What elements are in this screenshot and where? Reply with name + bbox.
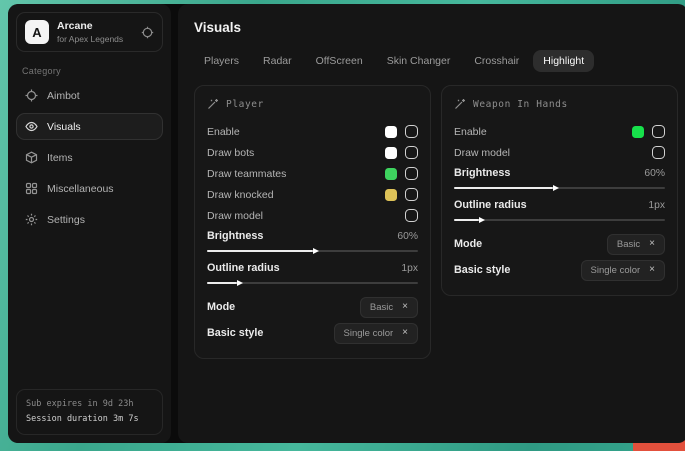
setting-row-basic-style: Basic style Single color ×: [207, 320, 418, 346]
package-icon: [25, 151, 38, 164]
slider-thumb[interactable]: [553, 185, 559, 191]
tab-highlight[interactable]: Highlight: [533, 50, 594, 72]
sidebar-item-aimbot[interactable]: Aimbot: [16, 82, 163, 109]
app-header: A Arcane for Apex Legends: [16, 12, 163, 52]
tab-radar[interactable]: Radar: [253, 50, 302, 72]
checkbox[interactable]: [405, 209, 418, 222]
checkbox[interactable]: [405, 188, 418, 201]
setting-row-mode: Mode Basic ×: [454, 231, 665, 257]
slider-thumb[interactable]: [479, 217, 485, 223]
tab-skin-changer[interactable]: Skin Changer: [377, 50, 461, 72]
brightness-slider[interactable]: [454, 187, 665, 189]
sidebar-item-items[interactable]: Items: [16, 144, 163, 171]
color-swatch[interactable]: [385, 168, 397, 180]
color-swatch[interactable]: [385, 126, 397, 138]
wand-icon: [454, 98, 466, 110]
main-panel: Visuals Players Radar OffScreen Skin Cha…: [178, 4, 685, 443]
setting-row-brightness: Brightness 60%: [454, 167, 665, 189]
color-swatch[interactable]: [632, 126, 644, 138]
checkbox[interactable]: [652, 125, 665, 138]
card-header: Player: [207, 98, 418, 110]
sidebar-item-label: Visuals: [47, 121, 81, 133]
outline-radius-slider[interactable]: [454, 219, 665, 221]
setting-row-brightness: Brightness 60%: [207, 230, 418, 252]
tag-label: Basic: [370, 302, 393, 313]
target-icon[interactable]: [141, 26, 154, 39]
setting-row-draw-model: Draw model: [207, 205, 418, 226]
desktop-background: A Arcane for Apex Legends Category: [0, 0, 685, 451]
page-title: Visuals: [194, 20, 678, 35]
color-swatch[interactable]: [385, 189, 397, 201]
gear-icon: [25, 213, 38, 226]
tab-crosshair[interactable]: Crosshair: [464, 50, 529, 72]
card-title: Player: [226, 99, 264, 110]
crosshair-icon: [25, 89, 38, 102]
setting-row-basic-style: Basic style Single color ×: [454, 257, 665, 283]
setting-row-draw-bots: Draw bots: [207, 142, 418, 163]
outline-radius-slider[interactable]: [207, 282, 418, 284]
sidebar-item-label: Items: [47, 152, 73, 164]
eye-icon: [25, 120, 38, 133]
basic-style-tag[interactable]: Single color ×: [581, 260, 665, 281]
slider-thumb[interactable]: [237, 280, 243, 286]
wand-icon: [207, 98, 219, 110]
setting-row-enable: Enable: [207, 121, 418, 142]
slider-value: 1px: [401, 263, 418, 274]
setting-row-outline-radius: Outline radius 1px: [454, 199, 665, 221]
sidebar: A Arcane for Apex Legends Category: [8, 4, 171, 443]
sidebar-item-settings[interactable]: Settings: [16, 206, 163, 233]
card-title: Weapon In Hands: [473, 99, 568, 110]
slider-value: 1px: [648, 200, 665, 211]
sidebar-item-label: Miscellaneous: [47, 183, 114, 195]
checkbox[interactable]: [405, 125, 418, 138]
session-duration: Session duration 3m 7s: [26, 412, 153, 427]
sub-expiry: Sub expires in 9d 23h: [26, 397, 153, 412]
tab-bar: Players Radar OffScreen Skin Changer Cro…: [194, 50, 678, 72]
remove-tag-icon[interactable]: ×: [402, 328, 408, 338]
tab-players[interactable]: Players: [194, 50, 249, 72]
app-logo-letter: A: [32, 25, 41, 40]
app-meta: Arcane for Apex Legends: [57, 20, 123, 44]
color-swatch[interactable]: [385, 147, 397, 159]
slider-value: 60%: [397, 231, 418, 242]
sidebar-item-label: Aimbot: [47, 90, 80, 102]
setting-row-draw-teammates: Draw teammates: [207, 163, 418, 184]
checkbox[interactable]: [652, 146, 665, 159]
tag-label: Single color: [591, 265, 641, 276]
setting-row-enable: Enable: [454, 121, 665, 142]
slider-thumb[interactable]: [313, 248, 319, 254]
sidebar-nav: Aimbot Visuals: [16, 82, 163, 233]
weapon-settings-card: Weapon In Hands Enable Draw model: [441, 85, 678, 296]
checkbox[interactable]: [405, 167, 418, 180]
checkbox[interactable]: [405, 146, 418, 159]
sidebar-item-visuals[interactable]: Visuals: [16, 113, 163, 140]
slider-value: 60%: [644, 168, 665, 179]
category-label: Category: [22, 66, 157, 76]
mode-tag[interactable]: Basic ×: [360, 297, 418, 318]
app-window: A Arcane for Apex Legends Category: [8, 4, 678, 443]
setting-row-draw-knocked: Draw knocked: [207, 184, 418, 205]
remove-tag-icon[interactable]: ×: [402, 302, 408, 312]
remove-tag-icon[interactable]: ×: [649, 239, 655, 249]
tag-label: Single color: [344, 328, 394, 339]
grid-icon: [25, 182, 38, 195]
card-header: Weapon In Hands: [454, 98, 665, 110]
app-subtitle: for Apex Legends: [57, 34, 123, 44]
brightness-slider[interactable]: [207, 250, 418, 252]
subscription-info: Sub expires in 9d 23h Session duration 3…: [16, 389, 163, 435]
app-logo: A: [25, 20, 49, 44]
setting-row-outline-radius: Outline radius 1px: [207, 262, 418, 284]
app-name: Arcane: [57, 20, 123, 32]
setting-row-draw-model: Draw model: [454, 142, 665, 163]
sidebar-item-label: Settings: [47, 214, 85, 226]
setting-row-mode: Mode Basic ×: [207, 294, 418, 320]
tag-label: Basic: [617, 239, 640, 250]
tab-offscreen[interactable]: OffScreen: [306, 50, 373, 72]
settings-cards: Player Enable Draw bots: [194, 85, 678, 359]
remove-tag-icon[interactable]: ×: [649, 265, 655, 275]
mode-tag[interactable]: Basic ×: [607, 234, 665, 255]
sidebar-item-miscellaneous[interactable]: Miscellaneous: [16, 175, 163, 202]
basic-style-tag[interactable]: Single color ×: [334, 323, 418, 344]
player-settings-card: Player Enable Draw bots: [194, 85, 431, 359]
